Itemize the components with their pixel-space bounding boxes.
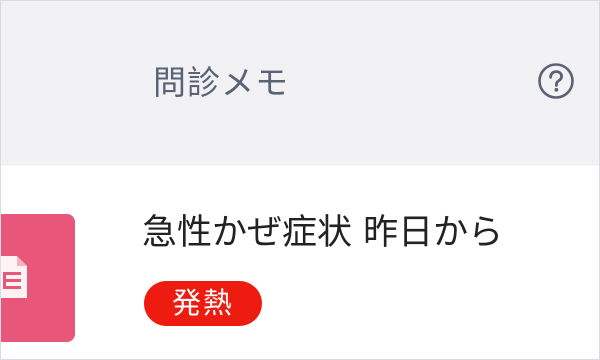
help-button[interactable] <box>537 62 575 100</box>
page-title: 問診メモ <box>153 63 289 102</box>
symptom-text: 急性かぜ症状 昨日から <box>142 213 504 253</box>
divider <box>1 165 599 166</box>
memo-thumbnail[interactable] <box>1 214 75 342</box>
memo-header: 問診メモ <box>1 1 599 165</box>
memo-card: 問診メモ 急性かぜ症状 昨日から 発熱 <box>0 0 600 360</box>
question-circle-icon <box>538 63 574 99</box>
symptom-tag-badge: 発熱 <box>144 281 263 326</box>
document-icon <box>1 256 27 298</box>
